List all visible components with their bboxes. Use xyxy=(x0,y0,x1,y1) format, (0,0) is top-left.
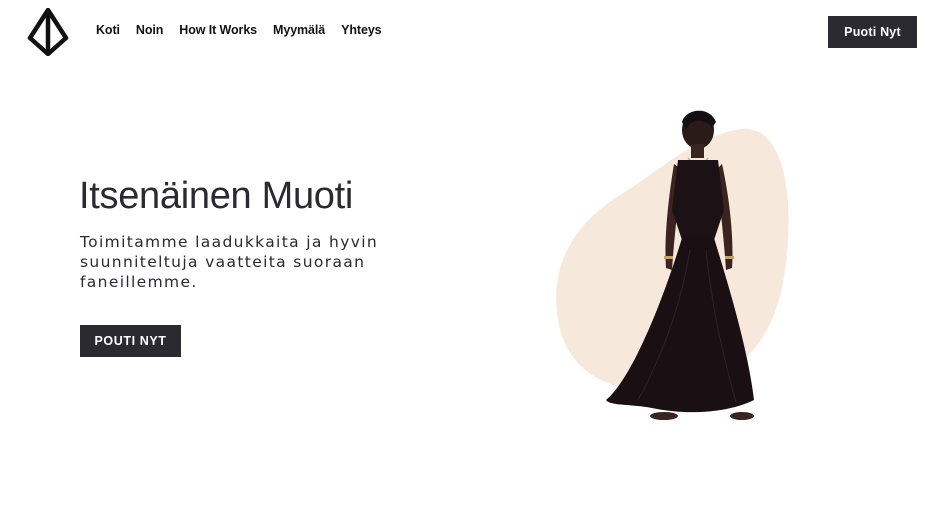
model-in-black-dress-illustration xyxy=(556,110,789,420)
pyramid-logo-icon[interactable] xyxy=(24,7,72,57)
nav-link-myymala[interactable]: Myymälä xyxy=(273,23,325,37)
hero-title: Itsenäinen Muoti xyxy=(79,175,354,217)
main-nav: Koti Noin How It Works Myymälä Yhteys xyxy=(96,23,382,37)
nav-link-yhteys[interactable]: Yhteys xyxy=(341,23,382,37)
nav-link-noin[interactable]: Noin xyxy=(136,23,163,37)
nav-link-how-it-works[interactable]: How It Works xyxy=(179,23,257,37)
shop-now-hero-button[interactable]: POUTI NYT xyxy=(80,325,181,357)
hero-subtitle: Toimitamme laadukkaita ja hyvin suunnite… xyxy=(80,233,379,291)
landing-page: Koti Noin How It Works Myymälä Yhteys Pu… xyxy=(0,0,944,515)
hero-image xyxy=(540,100,810,430)
shop-now-header-button[interactable]: Puoti Nyt xyxy=(828,16,917,48)
nav-link-koti[interactable]: Koti xyxy=(96,23,120,37)
